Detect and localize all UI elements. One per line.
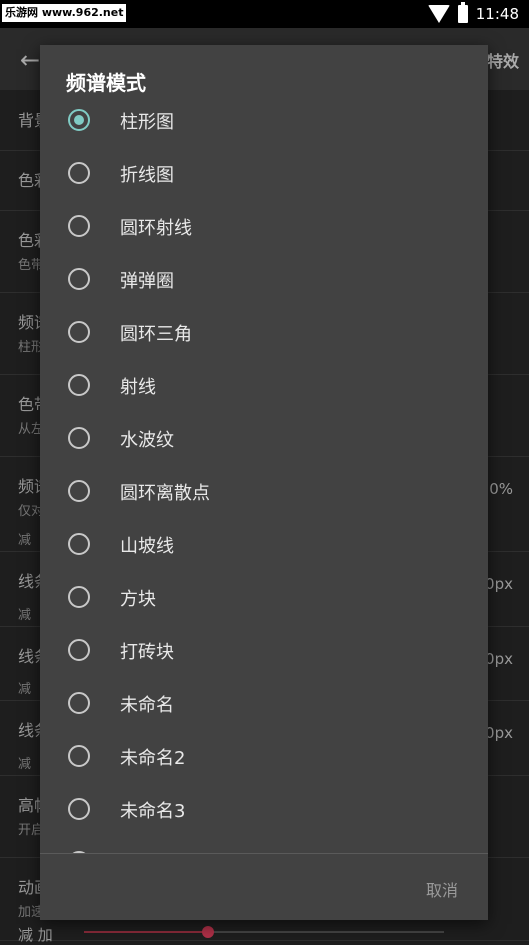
option-label: 柱形图: [120, 112, 174, 133]
decrease-label[interactable]: 减: [18, 678, 31, 697]
battery-icon: [457, 2, 468, 23]
option-item[interactable]: 折线图: [40, 147, 488, 200]
option-item[interactable]: 弹弹圈: [40, 253, 488, 306]
option-item[interactable]: 圆环射线: [40, 200, 488, 253]
wifi-icon: [427, 5, 450, 23]
cancel-button[interactable]: 取消: [426, 877, 458, 901]
radio-unchecked-icon[interactable]: [68, 480, 90, 502]
option-item[interactable]: 未命名3: [40, 783, 488, 836]
decrease-label[interactable]: 减: [18, 604, 31, 623]
radio-unchecked-icon[interactable]: [68, 586, 90, 608]
option-label: 圆环三角: [120, 324, 192, 345]
option-item[interactable]: 水波纹: [40, 412, 488, 465]
slider-thumb[interactable]: [202, 926, 214, 938]
status-bar: 乐游网 www.962.net 11:48: [0, 0, 529, 28]
radio-unchecked-icon[interactable]: [68, 745, 90, 767]
option-item[interactable]: 射线: [40, 359, 488, 412]
option-label: 圆环离散点: [120, 483, 210, 504]
radio-unchecked-icon[interactable]: [68, 639, 90, 661]
option-label: 折线图: [120, 165, 174, 186]
radio-unchecked-icon[interactable]: [68, 268, 90, 290]
option-item[interactable]: 未命名: [40, 677, 488, 730]
settings-row-value: 0%: [489, 480, 513, 498]
spectrum-mode-dialog: 频谱模式 柱形图折线图圆环射线弹弹圈圆环三角射线水波纹圆环离散点山坡线方块打砖块…: [40, 45, 488, 920]
dialog-divider: [40, 853, 488, 854]
radio-checked-icon[interactable]: [68, 109, 90, 131]
settings-row-value: 0px: [485, 650, 513, 668]
header-effects-label[interactable]: 特效: [487, 48, 519, 72]
option-item[interactable]: 圆环三角: [40, 306, 488, 359]
option-label: 打砖块: [120, 642, 174, 663]
radio-unchecked-icon[interactable]: [68, 162, 90, 184]
radio-unchecked-icon[interactable]: [68, 533, 90, 555]
option-label: 未命名2: [120, 748, 186, 769]
option-label: 未命名3: [120, 801, 186, 822]
settings-row-value: 0px: [485, 575, 513, 593]
option-label: 水波纹: [120, 430, 174, 451]
option-list[interactable]: 柱形图折线图圆环射线弹弹圈圆环三角射线水波纹圆环离散点山坡线方块打砖块未命名未命…: [40, 94, 488, 853]
settings-row-value: 0px: [485, 724, 513, 742]
watermark: 乐游网 www.962.net: [2, 4, 127, 22]
clock: 11:48: [475, 5, 519, 23]
option-item[interactable]: [40, 836, 488, 853]
option-item[interactable]: 未命名2: [40, 730, 488, 783]
option-label: 射线: [120, 377, 156, 398]
decrease-label[interactable]: 减: [18, 529, 31, 548]
radio-unchecked-icon[interactable]: [68, 692, 90, 714]
dialog-title: 频谱模式: [66, 71, 146, 95]
slider-fill: [84, 931, 206, 933]
option-item[interactable]: 山坡线: [40, 518, 488, 571]
back-arrow-icon[interactable]: ←: [20, 46, 40, 74]
radio-unchecked-icon[interactable]: [68, 798, 90, 820]
option-item[interactable]: 柱形图: [40, 94, 488, 147]
option-label: 未命名: [120, 695, 174, 716]
radio-unchecked-icon[interactable]: [68, 321, 90, 343]
option-label: 弹弹圈: [120, 271, 174, 292]
option-label: 山坡线: [120, 536, 174, 557]
status-icons: 11:48: [427, 0, 519, 28]
radio-unchecked-icon[interactable]: [68, 215, 90, 237]
radio-unchecked-icon[interactable]: [68, 374, 90, 396]
option-item[interactable]: 方块: [40, 571, 488, 624]
option-item[interactable]: 圆环离散点: [40, 465, 488, 518]
option-label: 圆环射线: [120, 218, 192, 239]
option-label: 方块: [120, 589, 156, 610]
slider-controls-label[interactable]: 减 加: [18, 924, 53, 945]
radio-unchecked-icon[interactable]: [68, 427, 90, 449]
option-item[interactable]: 打砖块: [40, 624, 488, 677]
decrease-label[interactable]: 减: [18, 753, 31, 772]
